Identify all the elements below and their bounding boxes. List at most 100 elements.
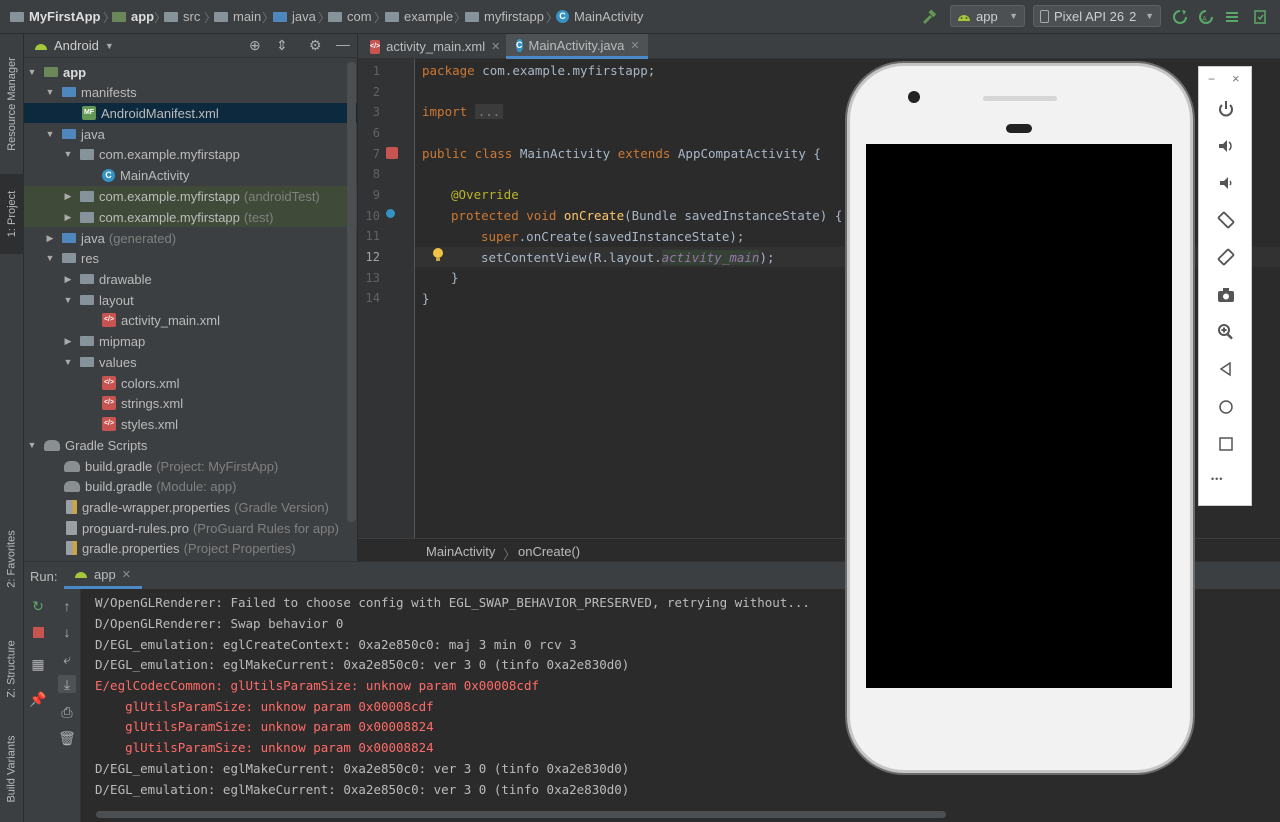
close-tab-icon[interactable]: ✕ [122,568,131,581]
tree-item-res[interactable]: ▼ res [24,248,357,268]
soft-wrap-icon[interactable]: ⤶ [58,650,76,668]
home-icon[interactable] [1214,395,1238,419]
print-icon[interactable]: ⎙ [58,703,76,721]
tree-item-strings-xml[interactable]: </> strings.xml [24,393,357,413]
settings-list-icon[interactable] [1223,8,1241,26]
tree-item-drawable[interactable]: ▶ drawable [24,269,357,289]
overview-icon[interactable] [1214,432,1238,456]
back-icon[interactable] [1214,357,1238,381]
tree-item-colors-xml[interactable]: </> colors.xml [24,373,357,393]
run-tab-app[interactable]: app ✕ [64,562,142,589]
locate-icon[interactable]: ⊕ [249,37,261,54]
tree-item-app[interactable]: ▼ app [24,62,348,82]
xml-icon: </> [370,39,381,54]
expand-arrow-icon: ▼ [45,129,55,139]
breadcrumb-main[interactable]: main [214,9,261,24]
expand-arrow-icon: ▼ [63,149,73,159]
folder-icon [80,357,94,367]
tree-item-gradle-wrapper-properties[interactable]: gradle-wrapper.properties (Gradle Versio… [24,497,357,517]
code-line-9: @Override [451,187,519,202]
volume-down-icon[interactable] [1214,171,1238,195]
power-icon[interactable] [1214,97,1238,121]
tree-item-java-generated[interactable]: ▶ java (generated) [24,228,357,248]
breadcrumb-myfirstapp[interactable]: myfirstapp [465,9,544,24]
emulator-control-panel: − × ••• [1198,66,1252,506]
tree-item-gradle-scripts[interactable]: ▼ Gradle Scripts [24,435,348,455]
favorites-tab[interactable]: 2: Favorites [0,519,24,599]
collapse-all-icon[interactable]: ⇕ [276,37,288,54]
editor-breadcrumb-class[interactable]: MainActivity [426,544,495,559]
apply-code-changes-icon[interactable]: A [1197,8,1215,26]
apply-changes-icon[interactable] [1171,8,1189,26]
scroll-up-icon[interactable]: ↑ [58,597,76,615]
project-view-dropdown[interactable]: Android ▼ [34,38,114,53]
android-icon [958,15,970,21]
build-variants-tab[interactable]: Build Variants [0,724,24,814]
breadcrumb-src[interactable]: src [164,9,200,24]
tree-item-manifests[interactable]: ▼ manifests [24,82,357,102]
breadcrumb-module[interactable]: app [112,9,154,24]
build-hammer-icon[interactable] [920,8,938,26]
scroll-down-icon[interactable]: ↓ [58,623,76,641]
close-button[interactable]: × [1232,71,1240,86]
tree-item-styles-xml[interactable]: </> styles.xml [24,414,357,434]
tree-item-package-main[interactable]: ▼ com.example.myfirstapp [24,144,357,164]
emulator-screen[interactable] [866,144,1172,688]
console-line-error: glUtilsParamSize: unknow param 0x0000882… [95,719,434,734]
rerun-icon[interactable]: ↻ [29,597,47,615]
breadcrumb-example[interactable]: example [385,9,453,24]
tree-item-gradle-properties[interactable]: gradle.properties (Project Properties) [24,538,357,558]
stop-icon[interactable] [29,623,47,641]
trash-icon[interactable]: 🗑 [58,729,76,747]
console-horizontal-scrollbar[interactable] [96,811,946,818]
project-scrollbar[interactable] [347,62,356,522]
tree-item-values[interactable]: ▼ values [24,352,357,372]
package-icon [80,148,94,160]
console-line-error: glUtilsParamSize: unknow param 0x0000882… [95,740,434,755]
close-tab-icon[interactable]: ✕ [491,40,500,53]
tree-item-proguard-rules[interactable]: proguard-rules.pro (ProGuard Rules for a… [24,518,357,538]
tree-item-build-gradle-module[interactable]: build.gradle (Module: app) [24,476,357,496]
tab-mainactivity-java[interactable]: C MainActivity.java ✕ [506,34,648,59]
tree-item-build-gradle-project[interactable]: build.gradle (Project: MyFirstApp) [24,456,357,476]
folder-icon [62,253,76,263]
tree-item-mipmap[interactable]: ▶ mipmap [24,331,357,351]
rotate-right-icon[interactable] [1214,245,1238,269]
device-dropdown[interactable]: Pixel API 26 2 ▼ [1033,5,1161,27]
breadcrumb-project[interactable]: MyFirstApp [10,9,101,24]
tree-item-mainactivity[interactable]: C MainActivity [24,165,357,185]
line-number: 1 [372,64,380,78]
hide-panel-icon[interactable]: — [336,36,350,52]
project-tab[interactable]: 1: Project [0,174,24,254]
camera-icon[interactable] [1214,283,1238,307]
breadcrumb-java[interactable]: java [273,9,316,24]
structure-tab[interactable]: Z: Structure [0,624,24,714]
close-tab-icon[interactable]: ✕ [630,39,639,52]
tree-item-android-manifest[interactable]: MF AndroidManifest.xml [24,103,357,123]
minimize-button[interactable]: − [1208,72,1215,86]
tab-activity-main-xml[interactable]: </> activity_main.xml ✕ [360,34,504,59]
layout-icon[interactable]: ▦ [29,655,47,673]
tree-item-java[interactable]: ▼ java [24,124,357,144]
folded-imports[interactable]: ... [474,104,504,119]
tree-item-activity-main-xml[interactable]: </> activity_main.xml [24,310,357,330]
rotate-left-icon[interactable] [1214,208,1238,232]
tree-item-layout[interactable]: ▼ layout [24,290,357,310]
resource-manager-tab[interactable]: Resource Manager [0,44,24,164]
activity-layout-gutter-icon[interactable] [386,147,398,159]
run-configuration-dropdown[interactable]: app ▼ [950,5,1025,27]
volume-up-icon[interactable] [1214,134,1238,158]
override-gutter-icon[interactable] [386,209,395,218]
tree-item-package-androidtest[interactable]: ▶ com.example.myfirstapp (androidTest) [24,186,357,206]
sync-gradle-icon[interactable] [1251,8,1269,26]
breadcrumb-com[interactable]: com [328,9,372,24]
breadcrumb-mainactivity[interactable]: C MainActivity [556,9,643,24]
more-options-button[interactable]: ••• [1211,474,1223,484]
pin-icon[interactable]: 📌 [29,690,47,708]
zoom-icon[interactable] [1214,320,1238,344]
gear-icon[interactable]: ⚙ [309,37,322,54]
scroll-to-end-icon[interactable]: ⤓ [58,675,76,693]
tree-item-package-test[interactable]: ▶ com.example.myfirstapp (test) [24,207,357,227]
editor-breadcrumb-method[interactable]: onCreate() [518,544,580,559]
lightbulb-icon[interactable] [432,247,443,261]
